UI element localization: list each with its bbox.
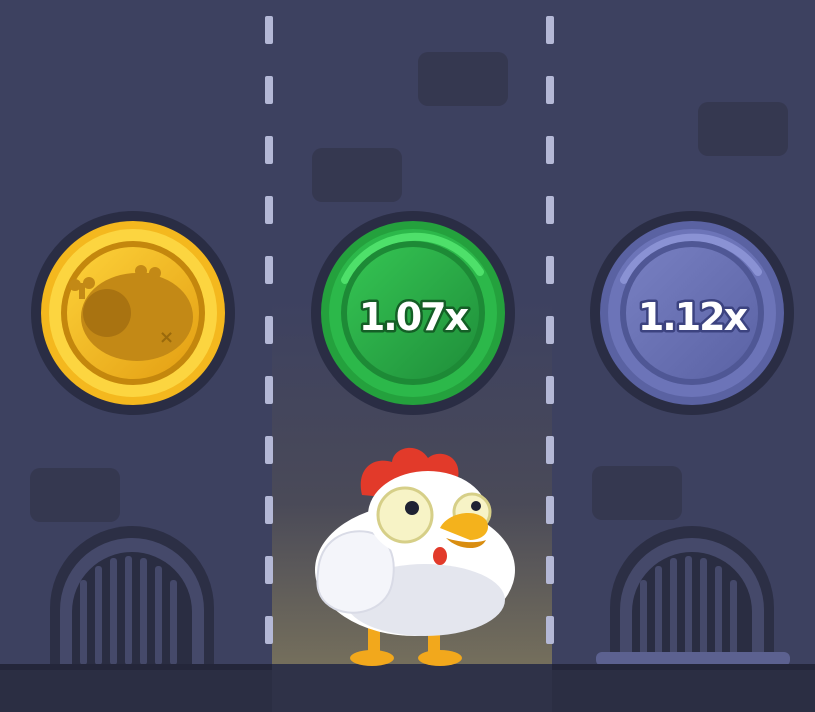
svg-text:×: ×: [159, 327, 174, 348]
multiplier-label-1: 1.07x: [359, 295, 469, 339]
coin-multiplier-1: 1.07x: [311, 211, 515, 415]
multiplier-label-2: 1.12x: [638, 295, 748, 339]
ground: [0, 664, 815, 712]
coin-lost: ×: [31, 211, 235, 415]
game-scene: × 1.07x 1.12x: [0, 0, 815, 712]
coin-multiplier-2: 1.12x: [590, 211, 794, 415]
